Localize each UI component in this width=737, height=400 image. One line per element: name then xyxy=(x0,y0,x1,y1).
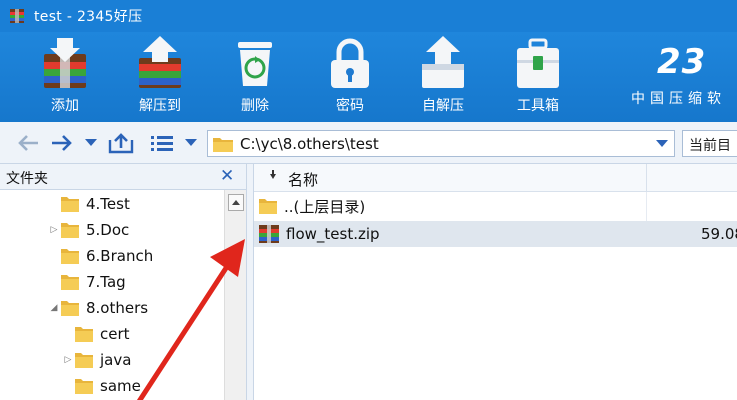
tree-item-label: java xyxy=(100,351,132,369)
delete-label: 删除 xyxy=(241,98,269,114)
toolbox-icon xyxy=(517,38,559,88)
list-item-parent-directory[interactable]: ..(上层目录) xyxy=(254,193,737,219)
tree-item-label: 5.Doc xyxy=(86,221,130,239)
chevron-down-icon xyxy=(85,139,97,146)
list-item-flow-test-zip[interactable]: flow_test.zip 59.08 xyxy=(254,221,737,247)
tree-item-7-tag[interactable]: 7.Tag xyxy=(48,270,126,294)
back-button[interactable] xyxy=(14,131,42,155)
extract-to-icon xyxy=(139,36,181,88)
folder-icon xyxy=(259,199,277,214)
scroll-up-button[interactable] xyxy=(228,194,244,211)
file-name: ..(上层目录) xyxy=(284,197,366,216)
zip-archive-icon xyxy=(259,225,279,243)
tree-expander[interactable]: ◢ xyxy=(48,303,60,313)
tree-item-label: 8.others xyxy=(86,299,149,317)
tree-item-6-branch[interactable]: 6.Branch xyxy=(48,244,153,268)
folder-icon xyxy=(61,249,79,264)
tree-expander[interactable]: ▷ xyxy=(48,225,60,235)
tree-expander[interactable]: ▷ xyxy=(62,355,74,365)
forward-button[interactable] xyxy=(48,131,76,155)
folder-icon xyxy=(75,327,93,342)
file-list-header: 名称 xyxy=(254,164,737,192)
file-list: ..(上层目录) flow_test.zip 59.08 xyxy=(254,192,737,400)
lock-icon xyxy=(331,38,369,88)
folder-icon xyxy=(61,275,79,290)
up-level-button[interactable] xyxy=(106,131,136,155)
close-icon[interactable]: ✕ xyxy=(220,166,234,186)
tree-item-label: 4.Test xyxy=(86,195,130,213)
list-view-icon xyxy=(151,136,173,151)
chevron-down-icon[interactable] xyxy=(656,140,668,147)
arrow-left-icon xyxy=(18,135,38,151)
chevron-down-icon xyxy=(185,139,197,146)
folder-panel-header: 文件夹 ✕ xyxy=(0,164,246,190)
folder-icon xyxy=(213,137,233,152)
main-toolbar: 添加 解压到 删除 密码 自解压 工具箱 23 中国压缩软 xyxy=(0,32,737,122)
toolbox-label: 工具箱 xyxy=(517,98,559,114)
tree-item-5-doc[interactable]: ▷ 5.Doc xyxy=(48,218,130,242)
app-logo-icon xyxy=(8,7,26,25)
title-bar: test - 2345好压 xyxy=(0,0,737,32)
add-button[interactable]: 添加 xyxy=(20,32,110,122)
self-extract-icon xyxy=(422,36,464,88)
folder-open-icon xyxy=(61,301,79,316)
brand-number: 23 xyxy=(657,42,707,82)
tree-item-8-others[interactable]: ◢ 8.others xyxy=(48,296,149,320)
recycle-bin-icon xyxy=(238,42,272,86)
brand-subtitle: 中国压缩软 xyxy=(631,91,726,107)
tree-scrollbar[interactable] xyxy=(224,190,246,400)
folder-tree: 4.Test ▷ 5.Doc 6.Branch 7.Tag ◢ 8.others… xyxy=(0,190,224,400)
toolbox-button[interactable]: 工具箱 xyxy=(493,32,583,122)
folder-icon xyxy=(61,223,79,238)
self-extract-button[interactable]: 自解压 xyxy=(398,32,488,122)
tree-item-same[interactable]: same xyxy=(62,374,141,398)
navigation-bar: C:\yc\8.others\test 当前目 xyxy=(0,122,737,164)
current-directory-label: 当前目 xyxy=(689,138,731,154)
delete-button[interactable]: 删除 xyxy=(210,32,300,122)
folder-icon xyxy=(75,353,93,368)
tree-item-label: 7.Tag xyxy=(86,273,126,291)
column-header-name[interactable]: 名称 xyxy=(288,169,318,190)
address-path: C:\yc\8.others\test xyxy=(240,134,379,153)
folder-icon xyxy=(75,379,93,394)
folder-icon xyxy=(61,197,79,212)
file-size: 59.08 xyxy=(701,225,737,243)
extract-to-label: 解压到 xyxy=(139,98,181,114)
tree-item-java[interactable]: ▷ java xyxy=(62,348,132,372)
tree-item-cert[interactable]: cert xyxy=(62,322,130,346)
tree-item-label: same xyxy=(100,377,141,395)
folder-up-icon xyxy=(108,133,134,154)
brand-logo: 23 中国压缩软 xyxy=(627,32,737,122)
file-name: flow_test.zip xyxy=(286,225,380,243)
column-divider[interactable] xyxy=(646,164,647,192)
sort-arrow-icon xyxy=(270,170,276,179)
add-archive-icon xyxy=(44,38,86,88)
tree-item-label: 6.Branch xyxy=(86,247,154,265)
history-dropdown[interactable] xyxy=(82,131,100,155)
tree-item-4-test[interactable]: 4.Test xyxy=(48,192,130,216)
password-button[interactable]: 密码 xyxy=(305,32,395,122)
folder-panel-title: 文件夹 xyxy=(6,171,48,187)
extract-to-button[interactable]: 解压到 xyxy=(115,32,205,122)
self-extract-label: 自解压 xyxy=(422,98,464,114)
tree-item-label: cert xyxy=(100,325,130,343)
panel-splitter[interactable] xyxy=(246,164,254,400)
address-bar[interactable]: C:\yc\8.others\test xyxy=(207,130,675,157)
add-label: 添加 xyxy=(51,98,79,114)
password-label: 密码 xyxy=(336,98,364,114)
current-directory-button[interactable]: 当前目 xyxy=(682,130,737,157)
window-title: test - 2345好压 xyxy=(34,9,143,25)
view-dropdown[interactable] xyxy=(182,131,200,155)
arrow-right-icon xyxy=(52,135,72,151)
view-list-button[interactable] xyxy=(148,131,176,155)
